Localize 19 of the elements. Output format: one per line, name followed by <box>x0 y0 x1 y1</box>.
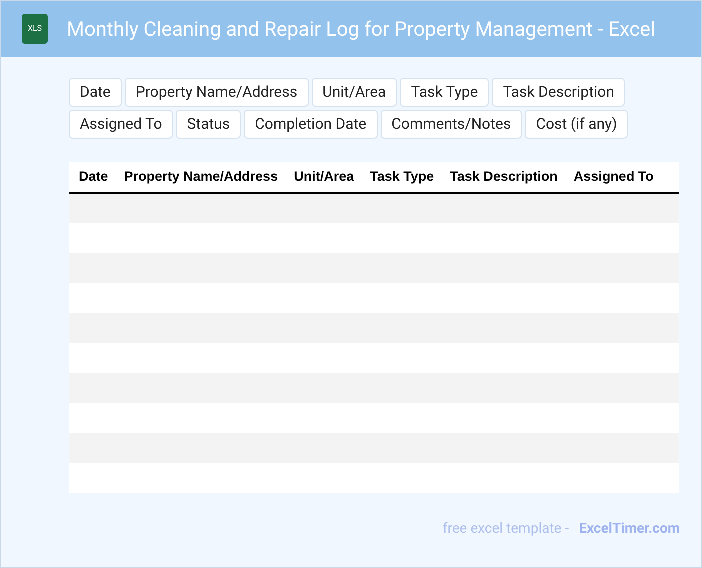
field-chip[interactable]: Status <box>176 110 242 139</box>
field-chip[interactable]: Assigned To <box>69 110 174 139</box>
column-header: Task Type <box>362 162 442 193</box>
field-chip[interactable]: Task Type <box>400 78 490 107</box>
column-header: Assigned To <box>566 162 662 193</box>
field-chip[interactable]: Property Name/Address <box>124 78 309 107</box>
field-chip[interactable]: Date <box>69 78 122 107</box>
field-chip[interactable]: Task Description <box>492 78 626 107</box>
file-type-label: XLS <box>28 25 42 33</box>
column-header: Unit/Area <box>286 162 362 193</box>
field-chip[interactable]: Cost (if any) <box>525 110 628 139</box>
window-title: Monthly Cleaning and Repair Log for Property Management - Excel <box>67 16 656 43</box>
column-header: Date <box>69 162 116 193</box>
field-chip[interactable]: Comments/Notes <box>380 110 522 139</box>
field-chip[interactable]: Unit/Area <box>312 78 398 107</box>
field-chip[interactable]: Completion Date <box>244 110 378 139</box>
column-header: Property Name/Address <box>116 162 286 193</box>
footer-text: free excel template - <box>442 520 570 539</box>
column-header: Task Description <box>442 162 566 193</box>
